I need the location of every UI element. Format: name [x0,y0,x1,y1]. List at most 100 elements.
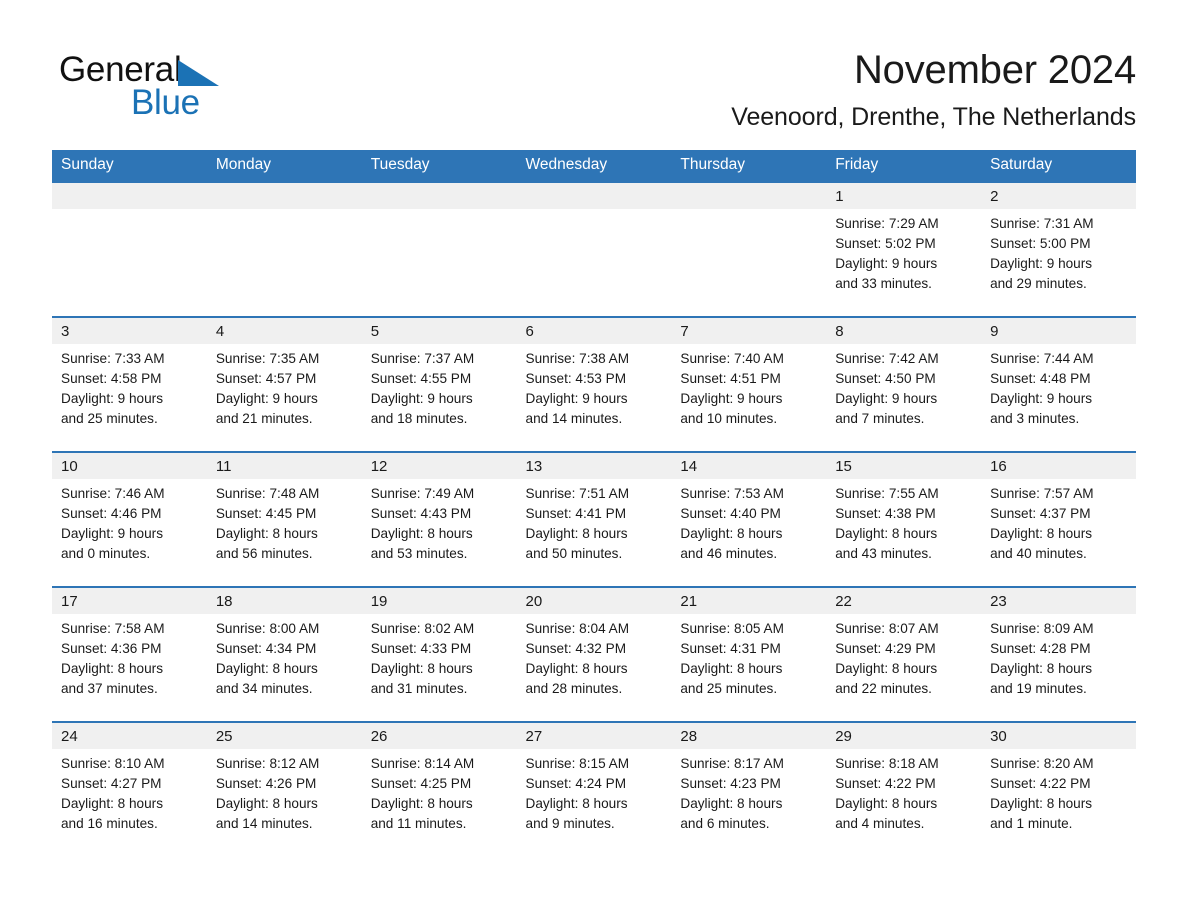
day-details: Sunrise: 8:12 AM Sunset: 4:26 PM Daylight:… [207,749,362,834]
sunrise-text: Sunrise: 8:07 AM [835,621,939,636]
sunrise-text: Sunrise: 8:02 AM [370,621,475,636]
day-number: 30 [981,723,1136,749]
calendar-day-cell[interactable]: 20 Sunrise: 8:04 AM Sunset: 4:32 PM Dayligh… [516,586,672,722]
calendar-day-cell[interactable]: 16 Sunrise: 7:57 AM Sunset: 4:37 PM Dayligh… [981,451,1136,587]
day-details: Sunrise: 7:44 AM Sunset: 4:48 PM Daylight:… [981,344,1136,429]
day-details: Sunrise: 8:10 AM Sunset: 4:27 PM Daylight:… [52,749,207,834]
daylight-text-cont: and 11 minutes. [370,816,467,831]
day-details: Sunrise: 8:09 AM Sunset: 4:28 PM Daylight:… [981,614,1136,699]
calendar-cell-empty [52,181,207,317]
calendar-day-cell[interactable]: 2 Sunrise: 7:31 AM Sunset: 5:00 PM Daylight… [981,181,1136,317]
calendar-day-cell[interactable]: 6 Sunrise: 7:38 AM Sunset: 4:53 PM Daylight… [516,316,672,452]
sunrise-text: Sunrise: 7:57 AM [990,486,1094,501]
daylight-text-cont: and 56 minutes. [215,546,313,561]
calendar-day-cell[interactable]: 22 Sunrise: 8:07 AM Sunset: 4:29 PM Dayligh… [826,586,982,722]
day-number: 3 [52,318,207,344]
calendar-day-cell[interactable]: 13 Sunrise: 7:51 AM Sunset: 4:41 PM Dayligh… [516,451,672,587]
daylight-text: Daylight: 9 hours [835,391,938,406]
calendar-day-cell[interactable]: 10 Sunrise: 7:46 AM Sunset: 4:46 PM Dayligh… [52,451,207,587]
daylight-text: Daylight: 8 hours [370,661,473,676]
calendar-cell-empty [671,181,827,317]
calendar-day-cell[interactable]: 14 Sunrise: 7:53 AM Sunset: 4:40 PM Dayligh… [671,451,827,587]
calendar-cell-empty [361,181,517,317]
calendar-day-cell[interactable]: 28 Sunrise: 8:17 AM Sunset: 4:23 PM Dayligh… [671,721,827,857]
calendar-day-cell[interactable]: 3 Sunrise: 7:33 AM Sunset: 4:58 PM Daylight… [52,316,207,452]
sunrise-text: Sunrise: 7:48 AM [215,486,320,501]
day-details [52,209,207,214]
daylight-text-cont: and 21 minutes. [215,411,313,426]
calendar-day-cell[interactable]: 7 Sunrise: 7:40 AM Sunset: 4:51 PM Daylight… [671,316,827,452]
daylight-text: Daylight: 8 hours [835,796,938,811]
calendar-day-cell[interactable]: 17 Sunrise: 7:58 AM Sunset: 4:36 PM Dayligh… [52,586,207,722]
sunset-text: Sunset: 4:45 PM [215,506,317,521]
daylight-text: Daylight: 8 hours [215,661,318,676]
day-number: 23 [981,588,1136,614]
sunset-text: Sunset: 4:53 PM [525,371,627,386]
day-number: 29 [826,723,982,749]
calendar-day-cell[interactable]: 11 Sunrise: 7:48 AM Sunset: 4:45 PM Dayligh… [206,451,362,587]
sunset-text: Sunset: 4:46 PM [61,506,162,521]
day-number: 19 [361,588,517,614]
calendar-day-cell[interactable]: 19 Sunrise: 8:02 AM Sunset: 4:33 PM Dayligh… [361,586,517,722]
sunset-text: Sunset: 4:57 PM [215,371,317,386]
daylight-text: Daylight: 8 hours [370,526,473,541]
sunrise-text: Sunrise: 7:35 AM [215,351,320,366]
daylight-text: Daylight: 9 hours [370,391,473,406]
sunset-text: Sunset: 4:51 PM [680,371,781,386]
calendar-day-cell[interactable]: 27 Sunrise: 8:15 AM Sunset: 4:24 PM Dayligh… [516,721,672,857]
calendar-day-cell[interactable]: 4 Sunrise: 7:35 AM Sunset: 4:57 PM Daylight… [206,316,362,452]
daylight-text: Daylight: 9 hours [61,526,164,541]
calendar-day-cell[interactable]: 1 Sunrise: 7:29 AM Sunset: 5:02 PM Daylight… [826,181,982,317]
calendar-day-cell[interactable]: 25 Sunrise: 8:12 AM Sunset: 4:26 PM Dayligh… [206,721,362,857]
calendar-day-cell[interactable]: 30 Sunrise: 8:20 AM Sunset: 4:22 PM Dayligh… [981,721,1136,857]
day-number: 13 [516,453,672,479]
calendar-day-cell[interactable]: 21 Sunrise: 8:05 AM Sunset: 4:31 PM Dayligh… [671,586,827,722]
sunrise-text: Sunrise: 7:37 AM [370,351,475,366]
general-blue-logo[interactable]: General Blue [59,50,289,122]
daylight-text: Daylight: 8 hours [61,661,164,676]
calendar-day-cell[interactable]: 12 Sunrise: 7:49 AM Sunset: 4:43 PM Dayligh… [361,451,517,587]
sunset-text: Sunset: 4:24 PM [525,776,627,791]
daylight-text: Daylight: 9 hours [215,391,318,406]
day-details: Sunrise: 7:48 AM Sunset: 4:45 PM Daylight:… [207,479,362,564]
daylight-text: Daylight: 8 hours [990,796,1093,811]
day-number: 27 [516,723,672,749]
calendar-day-cell[interactable]: 18 Sunrise: 8:00 AM Sunset: 4:34 PM Dayligh… [206,586,362,722]
calendar-day-cell[interactable]: 8 Sunrise: 7:42 AM Sunset: 4:50 PM Daylight… [826,316,982,452]
calendar-day-cell[interactable]: 26 Sunrise: 8:14 AM Sunset: 4:25 PM Dayligh… [361,721,517,857]
sunrise-text: Sunrise: 7:44 AM [990,351,1094,366]
day-details [362,209,517,214]
daylight-text-cont: and 37 minutes. [61,681,158,696]
calendar-day-cell[interactable]: 9 Sunrise: 7:44 AM Sunset: 4:48 PM Daylight… [981,316,1136,452]
page-subtitle: Veenoord, Drenthe, The Netherlands [731,103,1136,131]
daylight-text-cont: and 22 minutes. [835,681,932,696]
day-details: Sunrise: 8:15 AM Sunset: 4:24 PM Daylight:… [517,749,672,834]
sunrise-text: Sunrise: 7:33 AM [61,351,165,366]
calendar-day-cell[interactable]: 23 Sunrise: 8:09 AM Sunset: 4:28 PM Dayligh… [981,586,1136,722]
day-details: Sunrise: 7:37 AM Sunset: 4:55 PM Daylight:… [362,344,517,429]
day-details: Sunrise: 7:55 AM Sunset: 4:38 PM Daylight:… [826,479,981,564]
day-details: Sunrise: 7:57 AM Sunset: 4:37 PM Daylight:… [981,479,1136,564]
daylight-text: Daylight: 8 hours [990,526,1093,541]
day-number: 1 [826,183,982,209]
sunset-text: Sunset: 4:43 PM [370,506,472,521]
weekday-header-friday: Friday [826,150,982,182]
day-number: 2 [981,183,1136,209]
logo-line-one: General [59,50,289,90]
calendar-day-cell[interactable]: 24 Sunrise: 8:10 AM Sunset: 4:27 PM Dayligh… [52,721,207,857]
day-details: Sunrise: 8:14 AM Sunset: 4:25 PM Daylight:… [362,749,517,834]
sunset-text: Sunset: 5:00 PM [990,236,1091,251]
day-number: 18 [206,588,362,614]
daylight-text-cont: and 9 minutes. [525,816,615,831]
daylight-text-cont: and 28 minutes. [525,681,623,696]
logo-line-two: Blue [59,85,289,120]
day-number [361,183,517,209]
calendar-day-cell[interactable]: 29 Sunrise: 8:18 AM Sunset: 4:22 PM Dayligh… [826,721,982,857]
calendar-day-cell[interactable]: 15 Sunrise: 7:55 AM Sunset: 4:38 PM Dayligh… [826,451,982,587]
daylight-text: Daylight: 9 hours [990,391,1093,406]
daylight-text-cont: and 4 minutes. [835,816,925,831]
calendar-day-cell[interactable]: 5 Sunrise: 7:37 AM Sunset: 4:55 PM Daylight… [361,316,517,452]
daylight-text-cont: and 14 minutes. [215,816,313,831]
day-number: 8 [826,318,982,344]
day-number: 22 [826,588,982,614]
